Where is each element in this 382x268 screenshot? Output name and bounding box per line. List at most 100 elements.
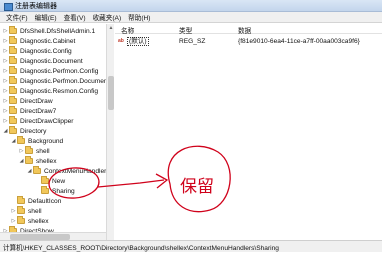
registry-tree[interactable]: ▷ DfsShell.DfsShellAdmin.1 ▷ Diagnostic.Cab… bbox=[0, 24, 114, 252]
folder-icon bbox=[9, 36, 17, 44]
tree-item-label: shell bbox=[36, 147, 50, 155]
folder-icon bbox=[25, 156, 33, 164]
tree-item[interactable]: ▷ Diagnostic.Perfmon.Document bbox=[2, 76, 109, 86]
tree-item[interactable]: DefaultIcon bbox=[10, 196, 61, 206]
expand-arrow-icon[interactable]: ▷ bbox=[2, 118, 9, 124]
folder-icon bbox=[17, 216, 25, 224]
expand-arrow-icon[interactable]: ◢ bbox=[10, 138, 17, 144]
tree-item-label: New bbox=[52, 177, 66, 185]
folder-icon bbox=[25, 146, 33, 154]
tree-item[interactable]: ▷ Diagnostic.Cabinet bbox=[2, 36, 75, 46]
status-path: 计算机\HKEY_CLASSES_ROOT\Directory\Backgrou… bbox=[3, 244, 279, 252]
folder-icon bbox=[9, 46, 17, 54]
tree-item-label: Sharing bbox=[52, 187, 75, 195]
tree-item-label: Directory bbox=[20, 127, 47, 135]
annotation-label: 保留 bbox=[180, 177, 214, 197]
tree-item[interactable]: ◢ shellex bbox=[18, 156, 57, 166]
folder-icon bbox=[9, 76, 17, 84]
bottom-strip bbox=[0, 252, 382, 268]
tree-item[interactable]: ▷ Diagnostic.Document bbox=[2, 56, 83, 66]
expand-arrow-icon[interactable]: ▷ bbox=[2, 68, 9, 74]
expand-arrow-icon[interactable]: ▷ bbox=[2, 28, 9, 34]
column-data[interactable]: 数据 bbox=[238, 25, 251, 35]
folder-icon bbox=[9, 116, 17, 124]
folder-icon bbox=[17, 206, 25, 214]
expand-arrow-icon[interactable]: ▷ bbox=[2, 48, 9, 54]
tree-item-label: shellex bbox=[36, 157, 57, 165]
tree-item-label: Diagnostic.Cabinet bbox=[20, 37, 76, 45]
registry-editor-icon bbox=[4, 2, 13, 11]
expand-arrow-icon[interactable]: ▷ bbox=[2, 88, 9, 94]
tree-item[interactable]: New bbox=[34, 176, 65, 186]
expand-arrow-icon[interactable]: ◢ bbox=[26, 168, 33, 174]
expand-arrow-icon[interactable]: ▷ bbox=[2, 78, 9, 84]
menu-favorites[interactable]: 收藏夹(A) bbox=[90, 12, 125, 22]
menu-view[interactable]: 查看(V) bbox=[61, 12, 89, 22]
window-title: 注册表编辑器 bbox=[15, 2, 57, 10]
value-type: REG_SZ bbox=[179, 38, 206, 45]
expand-arrow-icon[interactable]: ▷ bbox=[10, 208, 17, 214]
tree-item[interactable]: ◢ ContextMenuHandlers bbox=[26, 166, 110, 176]
values-list-header: 名称 类型 数据 bbox=[115, 24, 382, 35]
value-name[interactable]: (默认) bbox=[127, 37, 149, 46]
tree-item[interactable]: Sharing bbox=[34, 186, 75, 196]
title-bar: 注册表编辑器 bbox=[0, 0, 382, 12]
tree-item[interactable]: ▷ DirectDraw bbox=[2, 96, 53, 106]
arrow-head bbox=[155, 173, 169, 189]
folder-icon bbox=[9, 66, 17, 74]
tree-item[interactable]: ▷ DfsShell.DfsShellAdmin.1 bbox=[2, 26, 95, 36]
folder-icon bbox=[9, 106, 17, 114]
folder-icon bbox=[41, 186, 49, 194]
menu-help[interactable]: 帮助(H) bbox=[125, 12, 153, 22]
tree-item-label: Diagnostic.Config bbox=[20, 47, 72, 55]
tree-item-label: DefaultIcon bbox=[28, 197, 62, 205]
tree-item-label: ContextMenuHandlers bbox=[44, 167, 110, 175]
value-row[interactable]: ab (默认) REG_SZ {f81e9010-6ea4-11ce-a7ff-… bbox=[115, 36, 382, 47]
expand-arrow-icon[interactable]: ▷ bbox=[10, 218, 17, 224]
expand-arrow-icon[interactable]: ▷ bbox=[18, 148, 25, 154]
string-value-icon: ab bbox=[118, 38, 124, 44]
menu-bar: 文件(F) 编辑(E) 查看(V) 收藏夹(A) 帮助(H) bbox=[0, 12, 382, 23]
scroll-thumb[interactable] bbox=[108, 76, 114, 110]
tree-item-label: Diagnostic.Resmon.Config bbox=[20, 87, 99, 95]
value-data: {f81e9010-6ea4-11ce-a7ff-00aa003ca9f6} bbox=[238, 38, 360, 45]
folder-icon bbox=[41, 176, 49, 184]
tree-item[interactable]: ◢ Directory bbox=[2, 126, 46, 136]
tree-item[interactable]: ▷ DirectDraw7 bbox=[2, 106, 56, 116]
expand-arrow-icon[interactable]: ▷ bbox=[2, 38, 9, 44]
column-name[interactable]: 名称 bbox=[121, 25, 134, 35]
tree-item[interactable]: ▷ shell bbox=[10, 206, 42, 216]
folder-icon bbox=[9, 56, 17, 64]
tree-vertical-scrollbar[interactable]: ▲ ▼ bbox=[106, 24, 114, 252]
tree-item[interactable]: ▷ shellex bbox=[10, 216, 49, 226]
folder-icon bbox=[9, 86, 17, 94]
folder-icon bbox=[9, 96, 17, 104]
folder-icon bbox=[33, 166, 41, 174]
tree-item-label: Diagnostic.Perfmon.Document bbox=[20, 77, 110, 85]
tree-item[interactable]: ▷ DirectDrawClipper bbox=[2, 116, 74, 126]
tree-item[interactable]: ▷ Diagnostic.Config bbox=[2, 46, 72, 56]
folder-icon bbox=[17, 136, 25, 144]
tree-horizontal-scrollbar[interactable] bbox=[0, 232, 106, 240]
folder-icon bbox=[9, 26, 17, 34]
tree-item[interactable]: ▷ Diagnostic.Resmon.Config bbox=[2, 86, 98, 96]
tree-item-label: DirectDraw bbox=[20, 97, 53, 105]
menu-edit[interactable]: 编辑(E) bbox=[32, 12, 60, 22]
tree-item[interactable]: ▷ shell bbox=[18, 146, 50, 156]
expand-arrow-icon[interactable]: ▷ bbox=[2, 108, 9, 114]
tree-item-label: shellex bbox=[28, 217, 49, 225]
tree-item-label: Diagnostic.Document bbox=[20, 57, 83, 65]
column-type[interactable]: 类型 bbox=[179, 25, 192, 35]
tree-item-label: shell bbox=[28, 207, 42, 215]
expand-arrow-icon[interactable]: ▷ bbox=[2, 98, 9, 104]
expand-arrow-icon[interactable]: ▷ bbox=[2, 58, 9, 64]
expand-arrow-icon[interactable]: ◢ bbox=[18, 158, 25, 164]
expand-arrow-icon[interactable]: ◢ bbox=[2, 128, 9, 134]
menu-file[interactable]: 文件(F) bbox=[3, 12, 31, 22]
tree-item[interactable]: ◢ Background bbox=[10, 136, 63, 146]
tree-item-label: DfsShell.DfsShellAdmin.1 bbox=[20, 27, 96, 35]
tree-item[interactable]: ▷ Diagnostic.Perfmon.Config bbox=[2, 66, 98, 76]
tree-item-label: DirectDraw7 bbox=[20, 107, 57, 115]
scroll-up-arrow-icon[interactable]: ▲ bbox=[107, 24, 115, 32]
status-bar: 计算机\HKEY_CLASSES_ROOT\Directory\Backgrou… bbox=[0, 240, 382, 252]
